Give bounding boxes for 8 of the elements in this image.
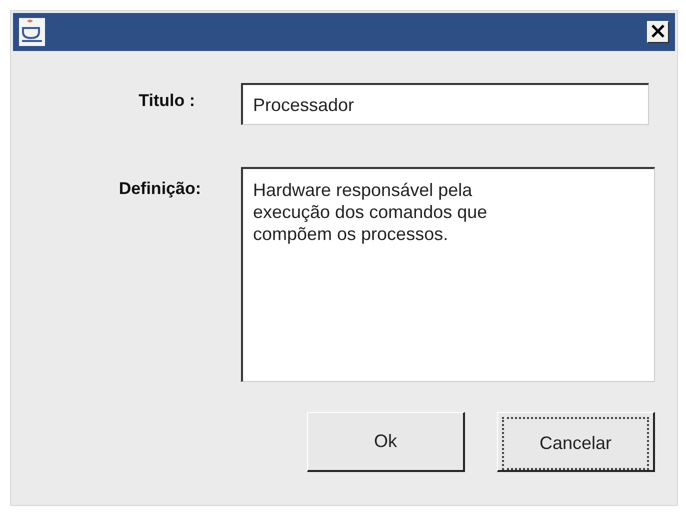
field-label: Titulo : bbox=[138, 90, 195, 112]
text-area[interactable]: Hardware responsável pela execução dos comandos que compõem os processos. bbox=[241, 167, 655, 382]
dialog-button[interactable]: Ok bbox=[307, 412, 465, 472]
dialog-button[interactable]: Cancelar bbox=[497, 412, 655, 472]
close-button[interactable]: × bbox=[647, 21, 669, 43]
field-label: Definição: bbox=[118, 178, 201, 200]
text-field[interactable]: Processador bbox=[241, 83, 649, 125]
cup-icon bbox=[19, 18, 45, 46]
